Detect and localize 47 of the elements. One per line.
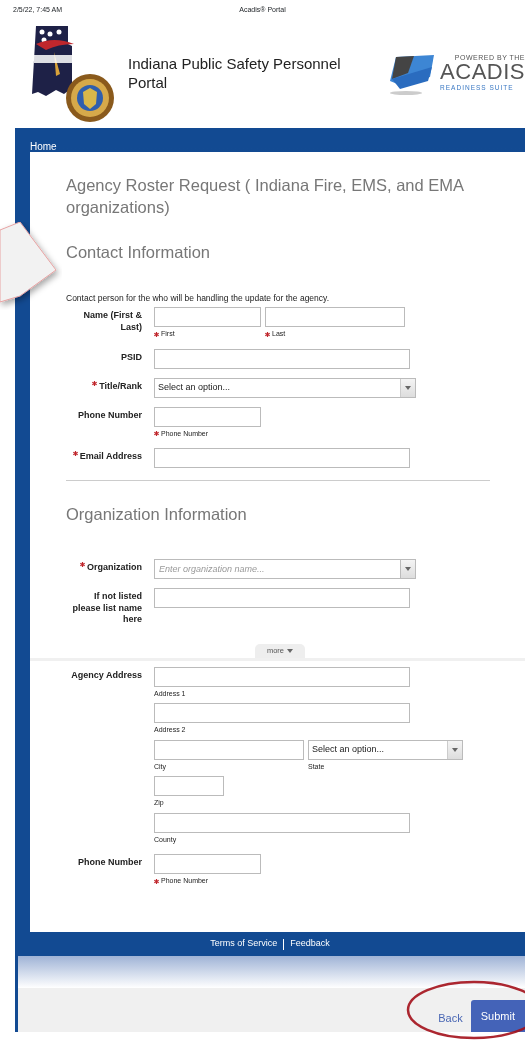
required-icon — [154, 879, 159, 885]
brand-name: ACADIS — [440, 61, 525, 84]
section-description: Contact person for the who will be handling the update for the agency. — [66, 292, 331, 306]
input-field[interactable] — [154, 666, 410, 687]
breadcrumb-link[interactable]: Home — [30, 141, 57, 152]
dropdown-button[interactable] — [400, 558, 416, 579]
input-field[interactable] — [154, 406, 261, 427]
caret-icon — [405, 385, 411, 390]
input-field[interactable] — [154, 587, 410, 608]
back-link[interactable]: Back — [438, 1009, 463, 1032]
required-icon — [92, 380, 98, 386]
field-label: Phone Number — [78, 857, 142, 870]
field-label: Agency Address — [71, 669, 142, 682]
required-icon — [72, 451, 78, 457]
select-field[interactable]: Select an option... — [154, 377, 416, 398]
section-heading: Organization Information — [66, 505, 248, 525]
section-heading: Contact Information — [66, 242, 211, 263]
input-field[interactable] — [154, 854, 261, 875]
field-label: Name (First & Last) — [82, 310, 142, 334]
field-label: Title/Rank — [99, 380, 142, 393]
field-label: If not listed please list name here — [71, 590, 142, 626]
site-title: Indiana Public Safety Personnel Portal — [128, 53, 342, 93]
form-title: Agency Roster Request ( Indiana Fire, EMS, and EMA organizations) — [66, 175, 465, 219]
select-field[interactable]: Select an option... — [308, 739, 463, 760]
input-field[interactable] — [154, 703, 410, 724]
footer-link[interactable]: Feedback — [290, 937, 330, 951]
input-field[interactable] — [154, 812, 410, 833]
field-label: Email Address — [79, 451, 142, 463]
input-field[interactable] — [154, 739, 304, 760]
input-field[interactable] — [154, 448, 410, 469]
required-icon — [265, 331, 270, 337]
required-icon — [154, 431, 159, 437]
combo-field[interactable]: Enter organization name... — [154, 558, 400, 579]
submit-button[interactable]: Submit — [470, 1000, 525, 1032]
input-field[interactable] — [154, 776, 224, 797]
field-label: Organization — [87, 561, 142, 574]
footer-link[interactable]: Terms of Service — [210, 937, 278, 951]
field-label: PSID — [121, 351, 142, 364]
required-icon — [80, 561, 85, 567]
caret-icon — [287, 648, 294, 653]
required-icon — [154, 331, 159, 337]
input-field[interactable] — [154, 307, 261, 328]
input-field[interactable] — [154, 348, 410, 369]
input-field[interactable] — [265, 307, 405, 328]
caret-icon — [405, 566, 411, 571]
caret-icon — [452, 747, 458, 752]
field-label: Phone Number — [78, 409, 142, 422]
